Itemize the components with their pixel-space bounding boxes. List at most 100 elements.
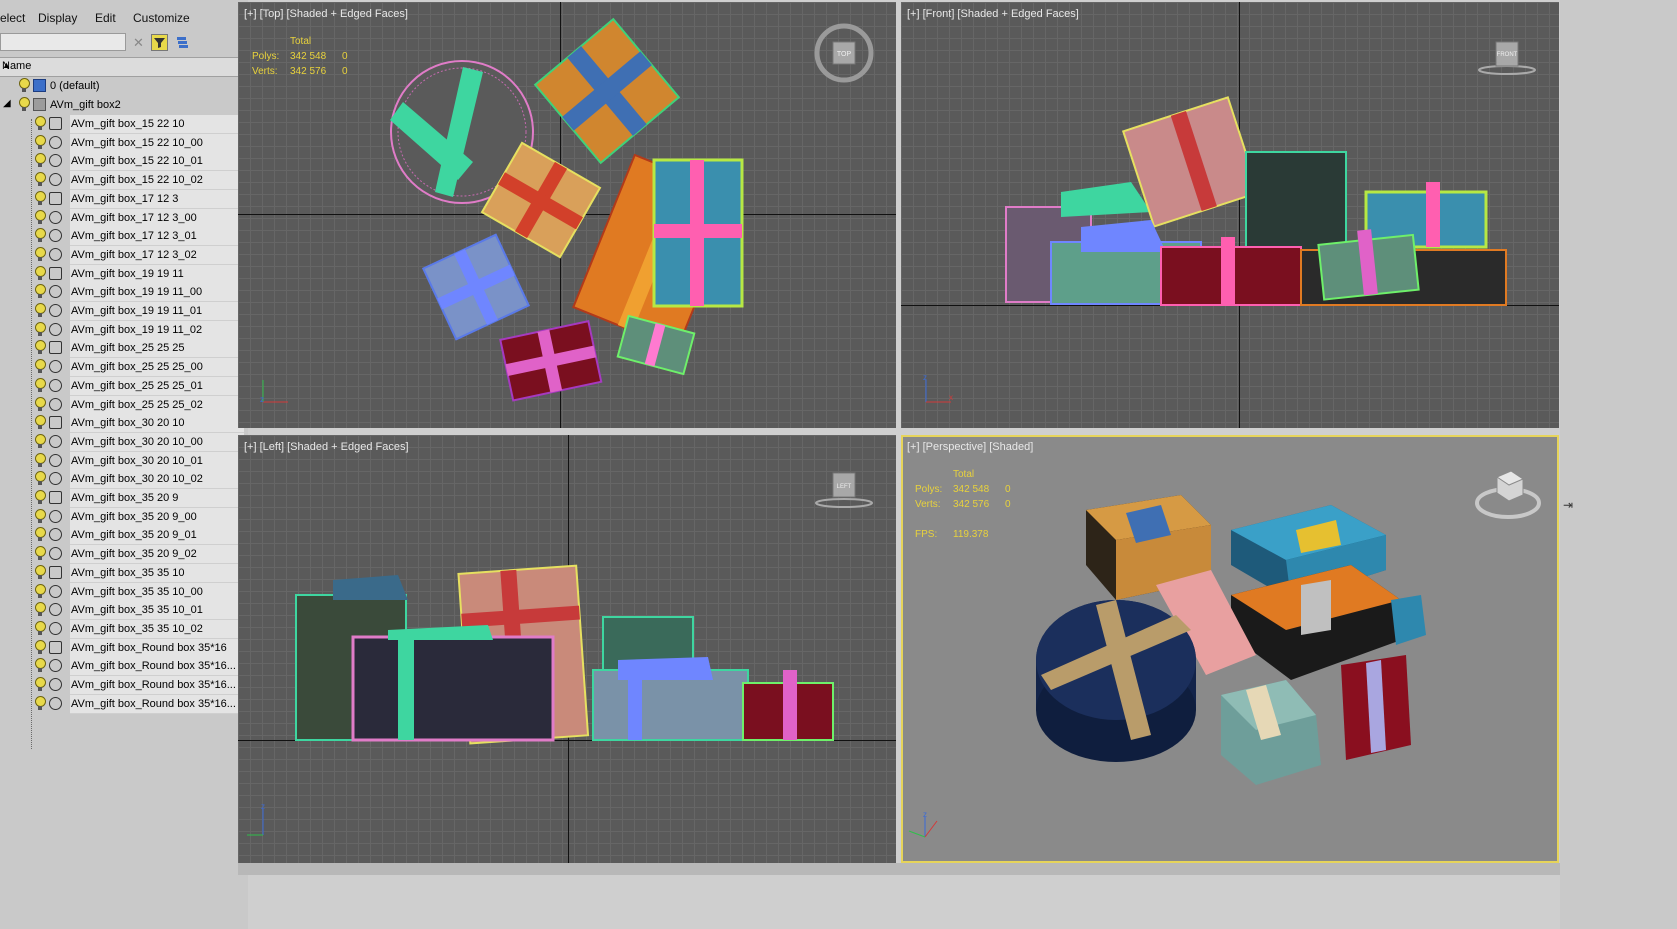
object-row[interactable]: AVm_gift box_35 20 9_00 [0,507,246,527]
viewport-label[interactable]: [+] [Perspective] [Shaded] [907,441,1033,453]
lightbulb-icon[interactable] [33,228,47,244]
lightbulb-icon[interactable] [33,116,47,132]
lightbulb-icon[interactable] [17,78,31,94]
lightbulb-icon[interactable] [33,677,47,693]
lightbulb-icon[interactable] [33,396,47,413]
viewcube[interactable]: FRONT [1476,32,1538,82]
viewport-label[interactable]: [+] [Front] [Shaded + Edged Faces] [907,8,1079,20]
lightbulb-icon[interactable] [33,658,47,674]
lightbulb-icon[interactable] [33,377,47,394]
collapse-arrow-icon[interactable]: ◢ [3,98,13,109]
object-row[interactable]: AVm_gift box_25 25 25_02 [0,395,246,415]
lightbulb-icon[interactable] [33,471,47,487]
object-row[interactable]: AVm_gift box_Round box 35*16... [0,676,246,695]
viewport-label[interactable]: [+] [Left] [Shaded + Edged Faces] [244,441,409,453]
object-label: AVm_gift box_15 22 10_00 [70,133,244,153]
object-row[interactable]: AVm_gift box_19 19 11_01 [0,302,246,321]
lightbulb-icon[interactable] [33,508,47,525]
time-slider-strip[interactable] [238,863,1560,875]
lightbulb-icon[interactable] [33,153,47,169]
viewport-label[interactable]: [+] [Top] [Shaded + Edged Faces] [244,8,408,20]
lightbulb-icon[interactable] [33,340,47,356]
lightbulb-icon[interactable] [33,303,47,319]
object-label: AVm_gift box_17 12 3_02 [70,245,244,265]
object-row[interactable]: AVm_gift box_15 22 10_02 [0,171,246,191]
object-row[interactable]: AVm_gift box_19 19 11_00 [0,283,246,303]
object-row[interactable]: AVm_gift box_15 22 10_01 [0,152,246,172]
object-row[interactable]: AVm_gift box_25 25 25_01 [0,376,246,396]
lightbulb-icon[interactable] [33,134,47,151]
lightbulb-icon[interactable] [33,359,47,375]
lightbulb-icon[interactable] [33,246,47,263]
svg-text:z: z [923,810,927,819]
object-row[interactable]: AVm_gift box_30 20 10_02 [0,470,246,490]
viewport-top[interactable]: [+] [Top] [Shaded + Edged Faces] Total P… [238,2,896,428]
menu-edit[interactable]: Edit [95,11,116,25]
lightbulb-icon[interactable] [33,452,47,469]
lightbulb-icon[interactable] [33,583,47,600]
menu-select[interactable]: elect [0,11,25,25]
layers-icon[interactable] [174,34,191,51]
layer-row-default[interactable]: 0 (default) [0,77,246,96]
lightbulb-icon[interactable] [33,527,47,543]
search-input[interactable] [0,33,126,51]
viewcube[interactable]: TOP [813,22,875,84]
object-row[interactable]: AVm_gift box_35 35 10_02 [0,619,246,639]
lightbulb-icon[interactable] [33,209,47,226]
filter-icon[interactable] [151,34,168,51]
menu-display[interactable]: Display [38,11,77,25]
column-header-name[interactable]: Name ▲ [0,57,246,77]
lightbulb-icon[interactable] [33,172,47,188]
object-label: AVm_gift box_35 20 9_02 [70,545,244,565]
object-row[interactable]: AVm_gift box_30 20 10_00 [0,432,246,452]
object-row[interactable]: AVm_gift box_25 25 25 [0,339,246,359]
object-row[interactable]: AVm_gift box_35 35 10 [0,563,246,583]
viewcube[interactable] [1473,463,1543,525]
object-row[interactable]: AVm_gift box_15 22 10_00 [0,133,246,153]
lightbulb-icon[interactable] [33,190,47,207]
object-row[interactable]: AVm_gift box_Round box 35*16 [0,638,246,658]
lightbulb-icon[interactable] [33,602,47,618]
object-row[interactable]: AVm_gift box_30 20 10_01 [0,451,246,471]
object-row[interactable]: AVm_gift box_35 35 10_00 [0,582,246,602]
lightbulb-icon[interactable] [33,265,47,282]
lightbulb-icon[interactable] [33,490,47,506]
lightbulb-icon[interactable] [33,564,47,581]
object-label: AVm_gift box_35 35 10 [70,563,244,583]
layer-row-group[interactable]: ◢ AVm_gift box2 [0,96,246,115]
lightbulb-icon[interactable] [33,695,47,712]
object-row[interactable]: AVm_gift box_17 12 3_00 [0,208,246,228]
object-row[interactable]: AVm_gift box_19 19 11_02 [0,320,246,340]
object-row[interactable]: AVm_gift box_Round box 35*16... [0,694,246,714]
object-row[interactable]: AVm_gift box_17 12 3 [0,189,246,209]
lightbulb-icon[interactable] [33,639,47,656]
sort-ascending-icon: ▲ [2,60,11,70]
viewport-left[interactable]: [+] [Left] [Shaded + Edged Faces] LEFT z [238,435,896,863]
object-row[interactable]: AVm_gift box_17 12 3_01 [0,227,246,247]
lightbulb-icon[interactable] [33,284,47,300]
lightbulb-icon[interactable] [17,97,31,113]
object-row[interactable]: AVm_gift box_19 19 11 [0,264,246,284]
lightbulb-icon[interactable] [33,433,47,450]
object-row[interactable]: AVm_gift box_17 12 3_02 [0,245,246,265]
object-row[interactable]: AVm_gift box_25 25 25_00 [0,358,246,378]
object-row[interactable]: AVm_gift box_35 35 10_01 [0,601,246,621]
viewcube[interactable]: LEFT [813,465,875,515]
menu-customize[interactable]: Customize [133,11,190,25]
viewport-perspective[interactable]: [+] [Perspective] [Shaded] Total Polys: … [901,435,1559,863]
object-row[interactable]: AVm_gift box_15 22 10 [0,115,246,134]
object-row[interactable]: AVm_gift box_35 20 9_01 [0,526,246,546]
object-row[interactable]: AVm_gift box_Round box 35*16... [0,657,246,677]
object-row[interactable]: AVm_gift box_30 20 10 [0,414,246,434]
object-row[interactable]: AVm_gift box_35 20 9 [0,489,246,508]
viewport-front[interactable]: [+] [Front] [Shaded + Edged Faces] FRONT… [901,2,1559,428]
lightbulb-icon[interactable] [33,321,47,338]
panel-collapse-arrow-icon[interactable]: ⇥ [1563,498,1573,512]
lightbulb-icon[interactable] [33,546,47,562]
object-row[interactable]: AVm_gift box_35 20 9_02 [0,545,246,565]
lightbulb-icon[interactable] [33,415,47,431]
lightbulb-icon[interactable] [33,620,47,637]
viewcube-face-label: FRONT [1497,52,1518,58]
scene-explorer-toolbar: ✕ [0,30,248,56]
clear-icon[interactable]: ✕ [130,34,147,51]
